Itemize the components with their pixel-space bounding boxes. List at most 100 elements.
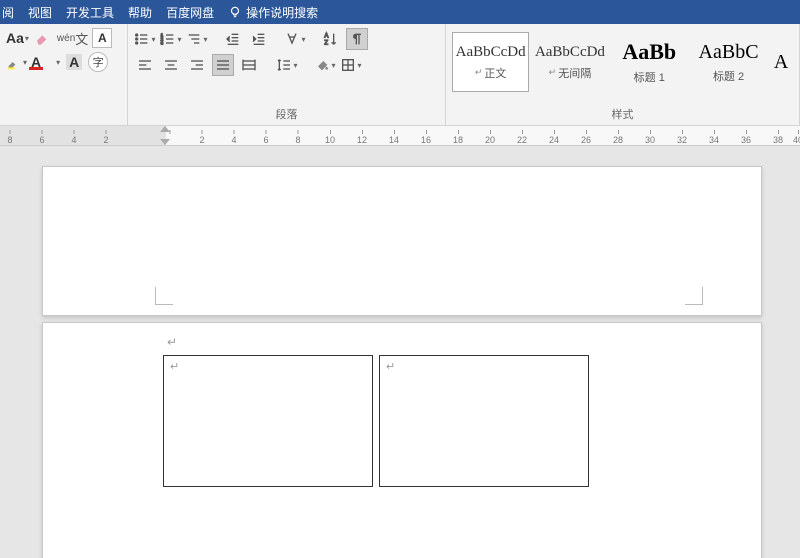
sort-button[interactable]: AZ [320,28,342,50]
svg-text:3: 3 [161,40,164,45]
ruler-mark: 6 [39,130,44,145]
style-name: 标题 2 [713,68,744,84]
menu-view[interactable]: 视图 [28,4,52,21]
line-spacing-button[interactable]: ▾ [276,54,298,76]
ruler-mark: 16 [421,130,431,145]
borders-button[interactable]: ▾ [340,54,362,76]
character-shading-button[interactable]: A [64,52,84,72]
menu-review[interactable]: 阅 [2,4,14,21]
text-direction-button[interactable]: ▾ [284,28,306,50]
hanging-indent-marker[interactable] [160,139,170,145]
style-corner: ↵ [475,67,483,78]
highlight-icon [6,54,22,70]
menu-baidu[interactable]: 百度网盘 [166,4,214,21]
clear-formatting-button[interactable] [33,28,53,48]
multilevel-list-button[interactable]: ▾ [186,28,208,50]
style-preview: AaBbCcDd [456,44,526,61]
document-workspace[interactable]: ↵ ↵ ↵ [0,146,800,558]
tell-me-label: 操作说明搜索 [246,4,318,21]
multilevel-icon [186,31,202,47]
align-distributed-button[interactable] [238,54,260,76]
show-marks-button[interactable] [346,28,368,50]
ruler-mark: 30 [645,130,655,145]
enclose-characters-button[interactable]: 字 [88,52,108,72]
font-color-button[interactable]: A ▾ [31,52,60,72]
numbering-icon: 123 [160,31,176,47]
tell-me-search[interactable]: 操作说明搜索 [228,4,318,21]
ruler-mark: 36 [741,130,751,145]
outdent-icon [225,31,241,47]
style-heading3[interactable]: A [769,32,793,92]
ruler-mark: 4 [71,130,76,145]
change-case-button[interactable]: Aa▾ [6,28,29,48]
bullets-button[interactable]: ▾ [134,28,156,50]
cell-mark: ↵ [386,360,395,373]
decrease-indent-button[interactable] [222,28,244,50]
sort-icon: AZ [323,31,339,47]
paragraph-group-label: 段落 [134,107,439,125]
character-border-button[interactable]: A [92,28,112,48]
align-center-button[interactable] [160,54,182,76]
align-justify-button[interactable] [212,54,234,76]
align-right-icon [189,57,205,73]
ruler-mark: 12 [357,130,367,145]
style-preview: AaBbC [699,41,759,64]
table[interactable]: ↵ ↵ [163,355,595,487]
ruler-mark: 32 [677,130,687,145]
indent-icon [251,31,267,47]
lightbulb-icon [228,5,242,19]
page-current[interactable]: ↵ ↵ ↵ [42,322,762,558]
increase-indent-button[interactable] [248,28,270,50]
margin-corner-left [155,287,173,305]
margin-corner-right [685,287,703,305]
ruler-mark: 20 [485,130,495,145]
horizontal-ruler[interactable]: 8642246810121416182022242628303234363840 [0,126,800,146]
menu-bar: 阅 视图 开发工具 帮助 百度网盘 操作说明搜索 [0,0,800,24]
ruler-mark: 10 [325,130,335,145]
ruler-mark: 38 [773,130,783,145]
font-group-label [6,107,121,125]
ruler-mark: 8 [7,130,12,145]
pilcrow-icon [349,31,365,47]
eraser-icon [35,30,51,46]
ruler-mark: 2 [103,130,108,145]
styles-group-label: 样式 [452,107,793,125]
ribbon-group-font: Aa▾ wén文 A ▾ A ▾ A 字 [0,24,128,125]
style-name: 正文 [484,65,506,81]
ribbon-group-styles: AaBbCcDd ↵正文 AaBbCcDd ↵无间隔 AaBb 标题 1 AaB… [446,24,800,125]
table-cell[interactable]: ↵ [379,355,589,487]
ruler-mark: 24 [549,130,559,145]
menu-help[interactable]: 帮助 [128,4,152,21]
style-no-spacing[interactable]: AaBbCcDd ↵无间隔 [531,32,608,92]
text-direction-icon [284,31,300,47]
style-heading1[interactable]: AaBb 标题 1 [611,32,688,92]
align-center-icon [163,57,179,73]
ruler-mark: 18 [453,130,463,145]
style-normal[interactable]: AaBbCcDd ↵正文 [452,32,529,92]
highlight-button[interactable]: ▾ [6,52,27,72]
page-previous-bottom [42,166,762,316]
shading-button[interactable]: ▾ [314,54,336,76]
first-line-indent-marker[interactable] [160,126,170,132]
borders-icon [340,57,356,73]
style-name: 无间隔 [558,65,591,81]
numbering-button[interactable]: 123▾ [160,28,182,50]
align-left-button[interactable] [134,54,156,76]
style-preview: AaBbCcDd [535,44,605,61]
style-preview: A [774,51,788,74]
align-left-icon [137,57,153,73]
style-name: 标题 1 [634,69,665,85]
ruler-mark: 28 [613,130,623,145]
style-gallery[interactable]: AaBbCcDd ↵正文 AaBbCcDd ↵无间隔 AaBb 标题 1 AaB… [452,28,793,92]
ruler-mark: 34 [709,130,719,145]
menu-devtools[interactable]: 开发工具 [66,4,114,21]
ribbon-group-paragraph: ▾ 123▾ ▾ ▾ AZ ▾ ▾ [128,24,446,125]
phonetic-guide-button[interactable]: wén文 [57,28,88,48]
style-heading2[interactable]: AaBbC 标题 2 [690,32,767,92]
svg-text:A: A [324,34,328,40]
table-cell[interactable]: ↵ [163,355,373,487]
ruler-mark: 14 [389,130,399,145]
align-right-button[interactable] [186,54,208,76]
style-corner: ↵ [549,67,557,78]
cell-mark: ↵ [170,360,179,373]
